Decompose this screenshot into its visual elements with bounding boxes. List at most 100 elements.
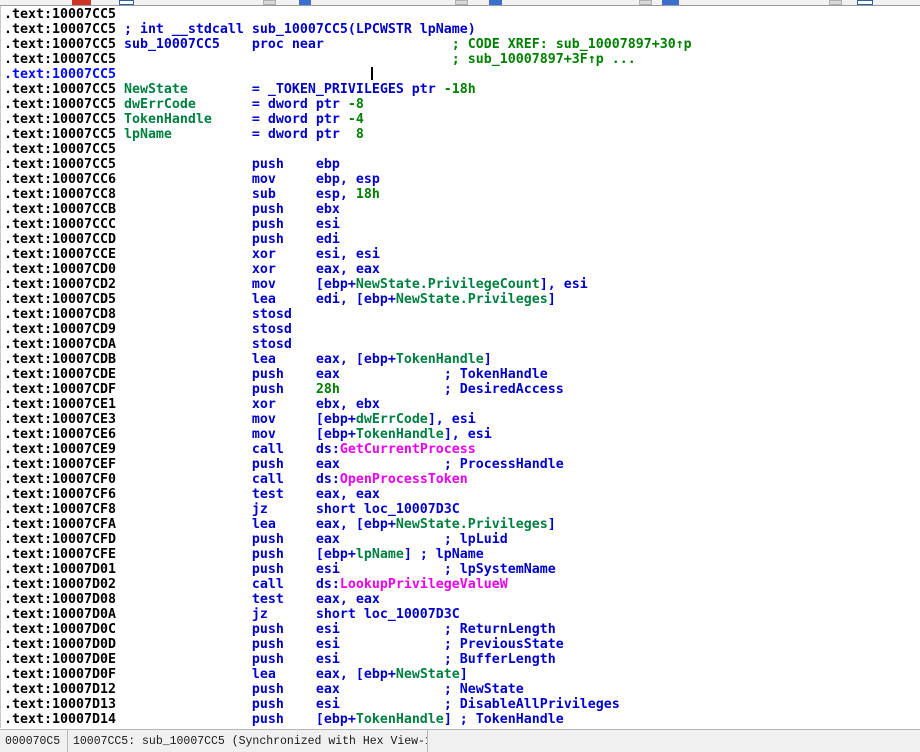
asm-line[interactable]: .text:10007D0A jz short loc_10007D3C	[4, 607, 920, 622]
asm-line[interactable]: .text:10007CC5	[4, 7, 920, 22]
toolbar-icon-fragment[interactable]	[455, 0, 468, 5]
asm-token: jz short loc_10007D3C	[252, 607, 460, 622]
asm-address: .text:10007CE9	[4, 442, 252, 457]
asm-line[interactable]: .text:10007CCC push esi	[4, 217, 920, 232]
asm-line[interactable]: .text:10007CC6 mov ebp, esp	[4, 172, 920, 187]
asm-token: lea edi, [ebp+	[252, 292, 396, 307]
asm-token: TokenHandle	[396, 352, 484, 367]
asm-token: push esi	[252, 562, 340, 577]
asm-token: push ebp	[252, 157, 340, 172]
toolbar-icon-fragment[interactable]	[263, 0, 276, 5]
asm-address: .text:10007CD5	[4, 292, 252, 307]
asm-line[interactable]: .text:10007CD5 lea edi, [ebp+NewState.Pr…	[4, 292, 920, 307]
asm-line[interactable]: .text:10007CF6 test eax, eax	[4, 487, 920, 502]
asm-line[interactable]: .text:10007CD2 mov [ebp+NewState.Privile…	[4, 277, 920, 292]
asm-token: push eax	[252, 367, 340, 382]
asm-line[interactable]: .text:10007D01 push esi ; lpSystemName	[4, 562, 920, 577]
asm-address: .text:10007CC5	[4, 97, 124, 112]
toolbar-icon-fragment[interactable]	[639, 0, 652, 5]
asm-line[interactable]: .text:10007D12 push eax ; NewState	[4, 682, 920, 697]
asm-line[interactable]: .text:10007CC5	[4, 142, 920, 157]
asm-token: ; sub_10007897+3F↑p ...	[452, 52, 636, 67]
asm-line[interactable]: .text:10007CC5 push ebp	[4, 157, 920, 172]
asm-line[interactable]: .text:10007D0C push esi ; ReturnLength	[4, 622, 920, 637]
asm-line[interactable]: .text:10007CC5 lpName = dword ptr 8	[4, 127, 920, 142]
asm-line[interactable]: .text:10007CC5 NewState = _TOKEN_PRIVILE…	[4, 82, 920, 97]
asm-line[interactable]: .text:10007CFD push eax ; lpLuid	[4, 532, 920, 547]
asm-line[interactable]: .text:10007CCD push edi	[4, 232, 920, 247]
asm-token: NewState	[124, 82, 188, 97]
asm-address: .text:10007D0E	[4, 652, 252, 667]
asm-line[interactable]: .text:10007D14 push [ebp+TokenHandle] ; …	[4, 712, 920, 727]
toolbar-icon-fragment[interactable]	[489, 0, 502, 5]
asm-line[interactable]: .text:10007CC5 TokenHandle = dword ptr -…	[4, 112, 920, 127]
asm-token: ; lpSystemName	[444, 562, 556, 577]
asm-token: OpenProcessToken	[340, 472, 468, 487]
toolbar-icon-fragment[interactable]	[119, 0, 134, 5]
asm-address: .text:10007CC5	[4, 82, 124, 97]
toolbar-icon-fragment[interactable]	[72, 0, 91, 5]
asm-address: .text:10007CDB	[4, 352, 252, 367]
asm-line[interactable]: .text:10007CF0 call ds:OpenProcessToken	[4, 472, 920, 487]
asm-token: -8	[348, 97, 364, 112]
asm-address: .text:10007CC5	[4, 127, 124, 142]
asm-address: .text:10007CCD	[4, 232, 252, 247]
asm-token: TokenHandle	[356, 427, 444, 442]
asm-line[interactable]: .text:10007CE3 mov [ebp+dwErrCode], esi	[4, 412, 920, 427]
asm-line[interactable]: .text:10007D0D push esi ; PreviousState	[4, 637, 920, 652]
asm-token	[340, 682, 444, 697]
asm-line[interactable]: .text:10007D0E push esi ; BufferLength	[4, 652, 920, 667]
asm-line[interactable]: .text:10007D13 push esi ; DisableAllPriv…	[4, 697, 920, 712]
asm-line[interactable]: .text:10007CC5	[4, 67, 920, 82]
toolbar-icon-fragment[interactable]	[662, 0, 679, 5]
asm-token: 28h	[316, 382, 340, 397]
asm-address: .text:10007CE1	[4, 397, 252, 412]
asm-token	[340, 532, 444, 547]
asm-line[interactable]: .text:10007CD0 xor eax, eax	[4, 262, 920, 277]
toolbar-icon-fragment[interactable]	[299, 0, 311, 5]
text-caret	[371, 67, 373, 80]
disassembly-view[interactable]: .text:10007CC5.text:10007CC5 ; int __std…	[0, 6, 920, 728]
asm-address: .text:10007CD9	[4, 322, 252, 337]
asm-line[interactable]: .text:10007CC5 dwErrCode = dword ptr -8	[4, 97, 920, 112]
asm-address: .text:10007D08	[4, 592, 252, 607]
asm-line[interactable]: .text:10007CC5 sub_10007CC5 proc near ; …	[4, 37, 920, 52]
asm-line[interactable]: .text:10007D08 test eax, eax	[4, 592, 920, 607]
asm-line[interactable]: .text:10007CC8 sub esp, 18h	[4, 187, 920, 202]
asm-address: .text:10007CF0	[4, 472, 252, 487]
asm-token: test eax, eax	[252, 592, 380, 607]
asm-line[interactable]: .text:10007CE6 mov [ebp+TokenHandle], es…	[4, 427, 920, 442]
asm-line[interactable]: .text:10007CDE push eax ; TokenHandle	[4, 367, 920, 382]
toolbar-icon-fragment[interactable]	[857, 0, 873, 5]
asm-token: ]	[548, 292, 556, 307]
asm-line[interactable]: .text:10007CD9 stosd	[4, 322, 920, 337]
asm-line[interactable]: .text:10007D0F lea eax, [ebp+NewState]	[4, 667, 920, 682]
asm-token: ] ; TokenHandle	[444, 712, 564, 727]
asm-token: ; lpLuid	[444, 532, 508, 547]
asm-line[interactable]: .text:10007CCB push ebx	[4, 202, 920, 217]
asm-line[interactable]: .text:10007CD8 stosd	[4, 307, 920, 322]
asm-line[interactable]: .text:10007CC5 ; int __stdcall sub_10007…	[4, 22, 920, 37]
asm-address: .text:10007D13	[4, 697, 252, 712]
asm-token: ]	[484, 352, 492, 367]
asm-line[interactable]: .text:10007CF8 jz short loc_10007D3C	[4, 502, 920, 517]
asm-line[interactable]: .text:10007CDA stosd	[4, 337, 920, 352]
asm-line[interactable]: .text:10007CFE push [ebp+lpName] ; lpNam…	[4, 547, 920, 562]
asm-line[interactable]: .text:10007CC5 ; sub_10007897+3F↑p ...	[4, 52, 920, 67]
asm-line[interactable]: .text:10007CE1 xor ebx, ebx	[4, 397, 920, 412]
asm-line[interactable]: .text:10007CCE xor esi, esi	[4, 247, 920, 262]
asm-line[interactable]: .text:10007CFA lea eax, [ebp+NewState.Pr…	[4, 517, 920, 532]
asm-token: -18h	[444, 82, 476, 97]
asm-line[interactable]: .text:10007CDF push 28h ; DesiredAccess	[4, 382, 920, 397]
asm-address: .text:10007CC8	[4, 187, 252, 202]
toolbar-icon-fragment[interactable]	[829, 0, 842, 5]
asm-token	[340, 382, 444, 397]
ida-disassembly-window: { "palette": { "k": "#000000", "b": "#00…	[0, 0, 920, 752]
asm-line[interactable]: .text:10007CDB lea eax, [ebp+TokenHandle…	[4, 352, 920, 367]
asm-line[interactable]: .text:10007CE9 call ds:GetCurrentProcess	[4, 442, 920, 457]
asm-line[interactable]: .text:10007CEF push eax ; ProcessHandle	[4, 457, 920, 472]
asm-token: mov [ebp+	[252, 427, 356, 442]
asm-address: .text:10007CD8	[4, 307, 252, 322]
asm-line[interactable]: .text:10007D02 call ds:LookupPrivilegeVa…	[4, 577, 920, 592]
asm-token: ]	[548, 517, 556, 532]
